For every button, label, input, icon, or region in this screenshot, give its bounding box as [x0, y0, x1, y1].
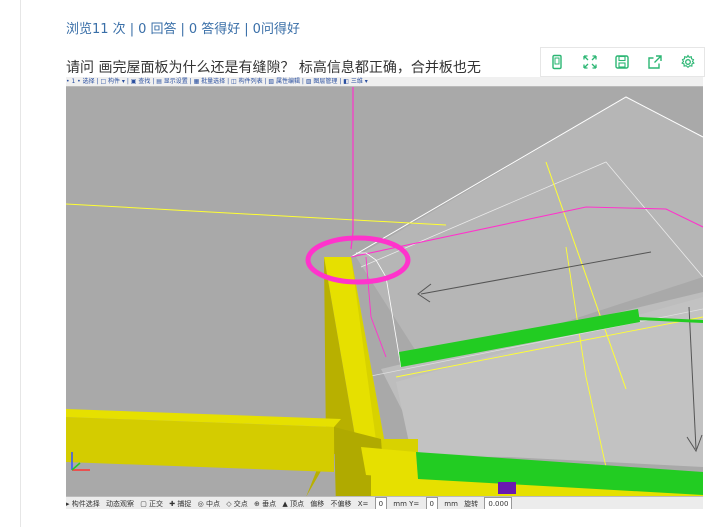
- status-item: ▲ 顶点: [282, 500, 304, 508]
- status-item: 不偏移: [330, 500, 352, 508]
- rotation-field[interactable]: 0.000: [484, 497, 513, 509]
- status-item: 动态观察: [105, 500, 134, 508]
- status-item: ⊕ 垂点: [254, 500, 277, 508]
- views-count[interactable]: 浏览11 次: [66, 22, 126, 37]
- question-stats: 浏览11 次 | 0 回答 | 0 答得好 | 0问得好: [66, 18, 300, 37]
- status-item: ▸ 构件选择: [66, 500, 100, 508]
- status-item: ▢ 正交: [140, 500, 164, 508]
- good-answers-count[interactable]: 0 答得好: [189, 22, 240, 37]
- fullscreen-icon: [583, 55, 597, 69]
- answers-count[interactable]: 0 回答: [138, 22, 176, 37]
- image-toolbar: [540, 47, 705, 77]
- status-item: ✚ 捕捉: [169, 500, 192, 508]
- status-item: 旋转: [464, 500, 479, 508]
- share-icon: [648, 55, 662, 69]
- cad-3d-scene: [66, 77, 703, 507]
- question-text: 请问 画完屋面板为什么还是有缝隙？ 标高信息都正确，合并板也无: [66, 60, 481, 76]
- save-icon: [615, 55, 630, 69]
- status-item: X=: [357, 500, 369, 508]
- page-left-rule: [20, 0, 21, 527]
- stat-separator: |: [129, 22, 135, 37]
- cad-toolbar-strip: • 1 • 选择 | □ 构件 ▾ | ▣ 查找 | ▤ 显示设置 | ▦ 批量…: [66, 77, 703, 87]
- stat-separator: |: [180, 22, 185, 37]
- offset-y-field[interactable]: 0: [425, 497, 439, 509]
- settings-icon: [680, 54, 695, 69]
- cad-screenshot[interactable]: • 1 • 选择 | □ 构件 ▾ | ▣ 查找 | ▤ 显示设置 | ▦ 批量…: [66, 77, 703, 507]
- settings-button[interactable]: [677, 51, 699, 73]
- status-item: mm Y=: [393, 500, 420, 508]
- offset-x-field[interactable]: 0: [374, 497, 388, 509]
- phone-icon: [552, 54, 562, 70]
- good-questions-count[interactable]: 0问得好: [253, 22, 300, 37]
- cad-status-bar: ▸ 构件选择 动态观察 ▢ 正交 ✚ 捕捉 ◎ 中点 ◇ 交点 ⊕ 垂点 ▲ 顶…: [66, 496, 703, 509]
- status-item: 偏移: [310, 500, 325, 508]
- save-button[interactable]: [611, 51, 633, 73]
- stat-separator: |: [244, 22, 249, 37]
- status-item: ◇ 交点: [226, 500, 248, 508]
- status-item: mm: [444, 500, 458, 508]
- share-button[interactable]: [644, 51, 666, 73]
- phone-view-button[interactable]: [546, 51, 568, 73]
- status-item: ◎ 中点: [197, 500, 220, 508]
- fullscreen-button[interactable]: [579, 51, 601, 73]
